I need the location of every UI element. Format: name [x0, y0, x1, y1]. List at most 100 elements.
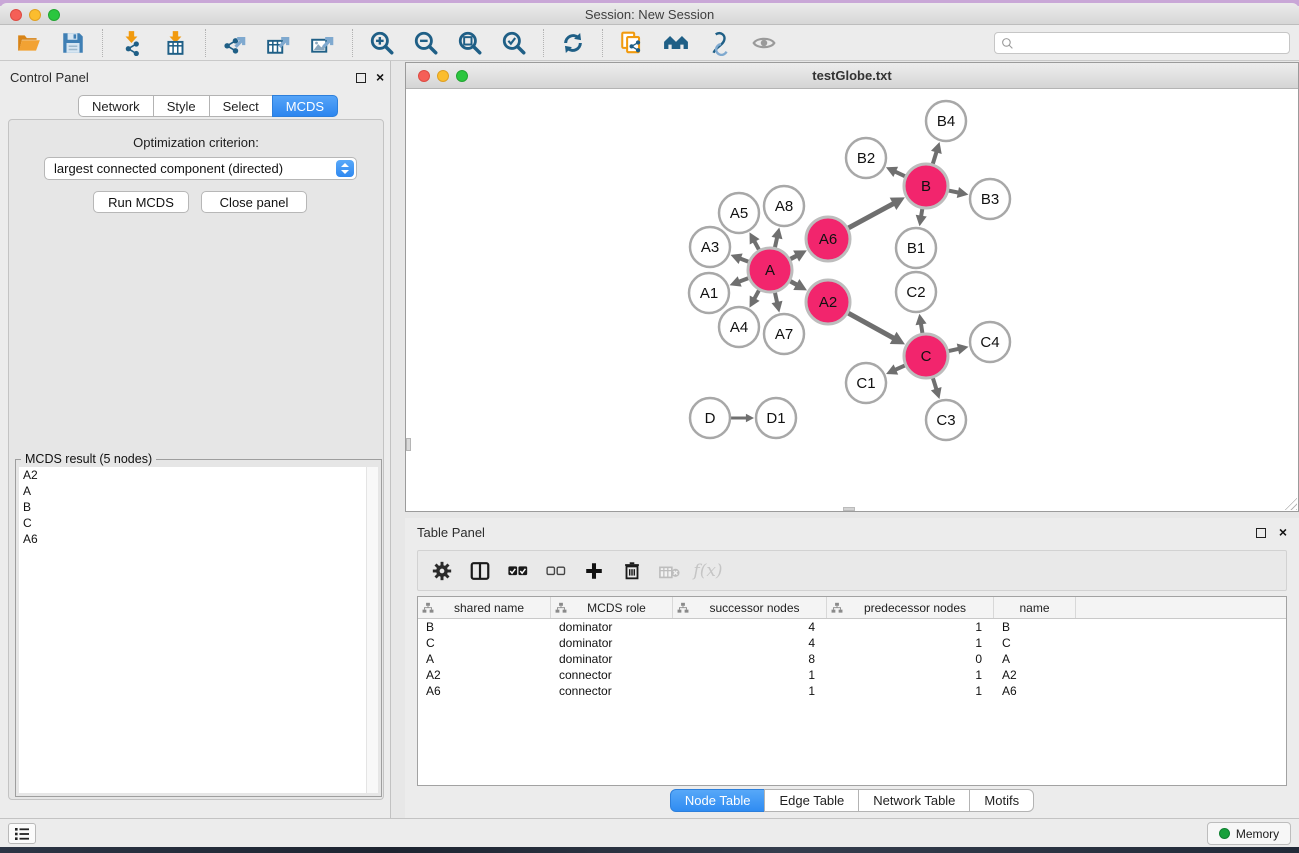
- table-cell[interactable]: B: [994, 619, 1076, 635]
- import-table-icon[interactable]: [159, 28, 193, 58]
- home-icon[interactable]: [659, 28, 693, 58]
- tab-motifs[interactable]: Motifs: [969, 789, 1034, 812]
- table-cell[interactable]: A6: [994, 683, 1076, 699]
- graph-edge-arrowhead: [746, 414, 754, 422]
- zoom-in-icon[interactable]: [365, 28, 399, 58]
- canvas-splitter-bottom[interactable]: [843, 507, 855, 511]
- float-panel-icon[interactable]: [356, 73, 366, 83]
- table-cell[interactable]: A: [994, 651, 1076, 667]
- task-history-button[interactable]: [8, 823, 36, 844]
- export-image-icon[interactable]: [306, 28, 340, 58]
- result-item[interactable]: B: [19, 499, 378, 515]
- tab-mcds[interactable]: MCDS: [272, 95, 338, 117]
- memory-button[interactable]: Memory: [1207, 822, 1291, 845]
- delete-row-icon[interactable]: [617, 557, 647, 585]
- clone-network-icon[interactable]: [615, 28, 649, 58]
- table-cell[interactable]: 1: [827, 619, 994, 635]
- result-item[interactable]: A6: [19, 531, 378, 547]
- graph-edge-arrowhead: [772, 227, 783, 239]
- graph-node-label: A2: [819, 294, 837, 311]
- table-cell[interactable]: B: [418, 619, 551, 635]
- table-cell[interactable]: 4: [673, 619, 827, 635]
- table-row[interactable]: A2connector11A2: [418, 667, 1286, 683]
- app-titlebar: Session: New Session: [0, 3, 1299, 25]
- table-close-panel-icon[interactable]: ×: [1279, 523, 1287, 541]
- table-cell[interactable]: 0: [827, 651, 994, 667]
- table-cell[interactable]: 4: [673, 635, 827, 651]
- network-canvas[interactable]: B4B2BB3A8A5A6A3B1AA1C2A2A4A7C4CC1C3DD1: [406, 89, 1298, 511]
- table-cell[interactable]: 1: [673, 683, 827, 699]
- column-header-name[interactable]: name: [994, 597, 1076, 618]
- graph-edge[interactable]: [848, 203, 895, 228]
- table-cell[interactable]: 1: [827, 635, 994, 651]
- deselect-all-icon[interactable]: [541, 557, 571, 585]
- table-cell[interactable]: dominator: [551, 619, 673, 635]
- mcds-result-list[interactable]: A2ABCA6: [19, 467, 378, 793]
- table-row[interactable]: A6connector11A6: [418, 683, 1286, 699]
- table-cell[interactable]: A: [418, 651, 551, 667]
- table-cell[interactable]: connector: [551, 667, 673, 683]
- toolbar-separator: [102, 29, 103, 57]
- split-view-icon[interactable]: [465, 557, 495, 585]
- tab-network[interactable]: Network: [78, 95, 154, 117]
- refresh-icon[interactable]: [556, 28, 590, 58]
- graph-node-label: A1: [700, 285, 718, 302]
- tab-edge-table[interactable]: Edge Table: [764, 789, 859, 812]
- result-item[interactable]: A2: [19, 467, 378, 483]
- memory-status-icon: [1219, 828, 1230, 839]
- table-cell[interactable]: A2: [994, 667, 1076, 683]
- graph-node-label: C: [921, 348, 932, 365]
- table-cell[interactable]: A6: [418, 683, 551, 699]
- export-network-icon[interactable]: [218, 28, 252, 58]
- table-cell[interactable]: C: [994, 635, 1076, 651]
- graph-edge[interactable]: [933, 150, 937, 164]
- criterion-select[interactable]: largest connected component (directed): [44, 157, 357, 180]
- close-panel-icon[interactable]: ×: [376, 68, 384, 86]
- table-cell[interactable]: dominator: [551, 651, 673, 667]
- zoom-out-icon[interactable]: [409, 28, 443, 58]
- result-item[interactable]: A: [19, 483, 378, 499]
- canvas-splitter-left[interactable]: [406, 438, 411, 451]
- import-network-icon[interactable]: [115, 28, 149, 58]
- tab-style[interactable]: Style: [153, 95, 210, 117]
- settings-icon[interactable]: [427, 557, 457, 585]
- table-row[interactable]: Bdominator41B: [418, 619, 1286, 635]
- result-item[interactable]: C: [19, 515, 378, 531]
- graph-edge[interactable]: [848, 313, 895, 339]
- list-icon: [14, 827, 30, 841]
- graphics-details-icon[interactable]: [703, 28, 737, 58]
- table-row[interactable]: Cdominator41C: [418, 635, 1286, 651]
- tab-select[interactable]: Select: [209, 95, 273, 117]
- table-cell[interactable]: dominator: [551, 635, 673, 651]
- tab-node-table[interactable]: Node Table: [670, 789, 766, 812]
- table-cell[interactable]: A2: [418, 667, 551, 683]
- birds-eye-icon[interactable]: [747, 28, 781, 58]
- table-cell[interactable]: 1: [827, 667, 994, 683]
- open-session-icon[interactable]: [12, 28, 46, 58]
- column-header-MCDS-role[interactable]: MCDS role: [551, 597, 673, 618]
- table-cell[interactable]: 1: [827, 683, 994, 699]
- table-float-panel-icon[interactable]: [1256, 528, 1266, 538]
- column-header-filler: [1076, 597, 1286, 618]
- network-window-titlebar[interactable]: testGlobe.txt: [406, 63, 1298, 89]
- column-header-predecessor-nodes[interactable]: predecessor nodes: [827, 597, 994, 618]
- zoom-fit-icon[interactable]: [453, 28, 487, 58]
- table-cell[interactable]: connector: [551, 683, 673, 699]
- export-table-icon[interactable]: [262, 28, 296, 58]
- column-header-successor-nodes[interactable]: successor nodes: [673, 597, 827, 618]
- search-input[interactable]: [994, 32, 1290, 54]
- tab-network-table[interactable]: Network Table: [858, 789, 970, 812]
- close-panel-button[interactable]: Close panel: [201, 191, 307, 213]
- select-all-icon[interactable]: [503, 557, 533, 585]
- result-scrollbar[interactable]: [366, 467, 378, 793]
- table-cell[interactable]: 1: [673, 667, 827, 683]
- save-session-icon[interactable]: [56, 28, 90, 58]
- run-mcds-button[interactable]: Run MCDS: [93, 191, 189, 213]
- table-row[interactable]: Adominator80A: [418, 651, 1286, 667]
- table-cell[interactable]: 8: [673, 651, 827, 667]
- table-cell[interactable]: C: [418, 635, 551, 651]
- column-header-shared-name[interactable]: shared name: [418, 597, 551, 618]
- delete-table-icon: [655, 557, 685, 585]
- zoom-selected-icon[interactable]: [497, 28, 531, 58]
- add-row-icon[interactable]: [579, 557, 609, 585]
